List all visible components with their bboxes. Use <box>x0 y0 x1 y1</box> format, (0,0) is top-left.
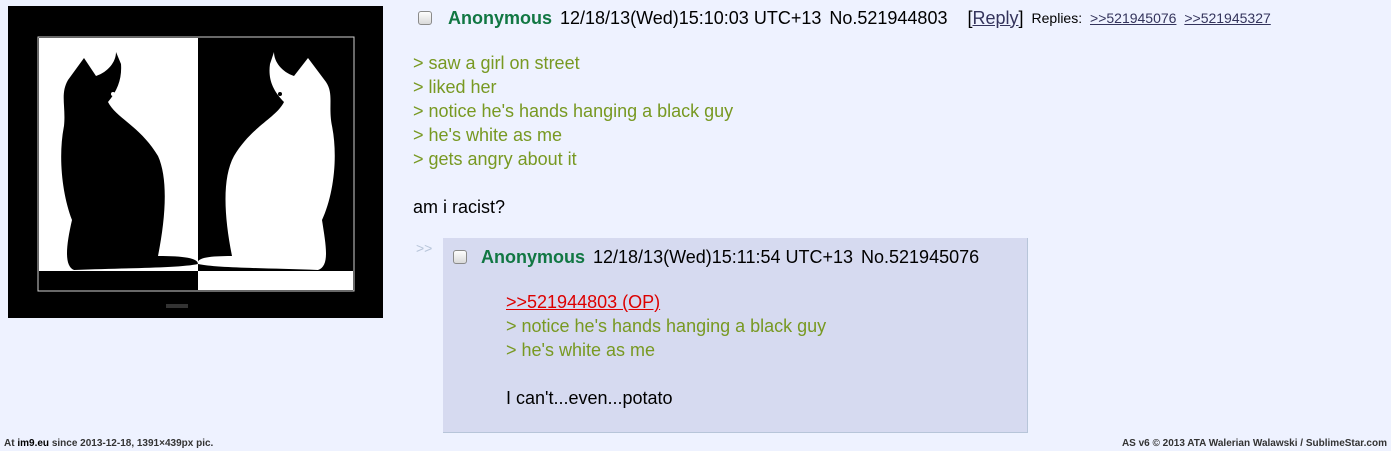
reply-backlink[interactable]: >>521945327 <box>1184 10 1270 26</box>
op-post-header: Anonymous 12/18/13(Wed)15:10:03 UTC+13 N… <box>418 6 1271 30</box>
op-reply-link[interactable]: Reply <box>972 8 1018 28</box>
reply-select-checkbox[interactable] <box>453 250 467 264</box>
greentext-line: > liked her <box>413 77 497 97</box>
op-poster-name: Anonymous <box>448 7 553 28</box>
reply-poster-name: Anonymous <box>481 246 586 267</box>
op-message-text: am i racist? <box>413 197 506 217</box>
reply-post-header: Anonymous 12/18/13(Wed)15:11:54 UTC+13 N… <box>453 246 979 268</box>
greentext-line: > gets angry about it <box>413 149 577 169</box>
greentext-line: > he's white as me <box>506 340 656 360</box>
greentext-line: > notice he's hands hanging a black guy <box>506 316 827 336</box>
two-cats-black-white-image[interactable] <box>8 6 383 318</box>
reply-backlink[interactable]: >>521945076 <box>1090 10 1176 26</box>
reply-message-text: I can't...even...potato <box>506 388 673 408</box>
footer-source-info: At im9.eu since 2013-12-18, 1391×439px p… <box>4 438 213 449</box>
op-replies-list: Replies: >>521945076 >>521945327 <box>1032 10 1271 26</box>
footer-details: since 2013-12-18, 1391×439px pic. <box>51 438 214 449</box>
reply-datetime: 12/18/13(Wed)15:11:54 UTC+13 <box>593 246 854 267</box>
op-datetime: 12/18/13(Wed)15:10:03 UTC+13 <box>560 7 822 28</box>
greentext-line: > saw a girl on street <box>413 53 580 73</box>
reply-arrows: >> <box>416 240 433 256</box>
op-post-message: > saw a girl on street > liked her > not… <box>413 51 733 219</box>
replies-label: Replies: <box>1031 10 1083 26</box>
reply-bracket-close: ] <box>1018 7 1024 28</box>
op-select-checkbox[interactable] <box>418 11 432 25</box>
greentext-line: > he's white as me <box>413 125 563 145</box>
reply-post-number[interactable]: No.521945076 <box>861 247 979 268</box>
op-quote-link[interactable]: >>521944803 (OP) <box>506 292 660 312</box>
op-post-number[interactable]: No.521944803 <box>829 8 947 29</box>
reply-post-message: >>521944803 (OP) > notice he's hands han… <box>506 290 826 410</box>
footer-copyright: AS v6 © 2013 ATA Walerian Walawski / Sub… <box>1121 438 1387 449</box>
op-reply-control: [Reply] <box>967 8 1023 29</box>
footer-site-link[interactable]: im9.eu <box>17 438 49 449</box>
greentext-line: > notice he's hands hanging a black guy <box>413 101 734 121</box>
reply-post: Anonymous 12/18/13(Wed)15:11:54 UTC+13 N… <box>443 238 1028 433</box>
footer-prefix: At <box>4 438 15 449</box>
